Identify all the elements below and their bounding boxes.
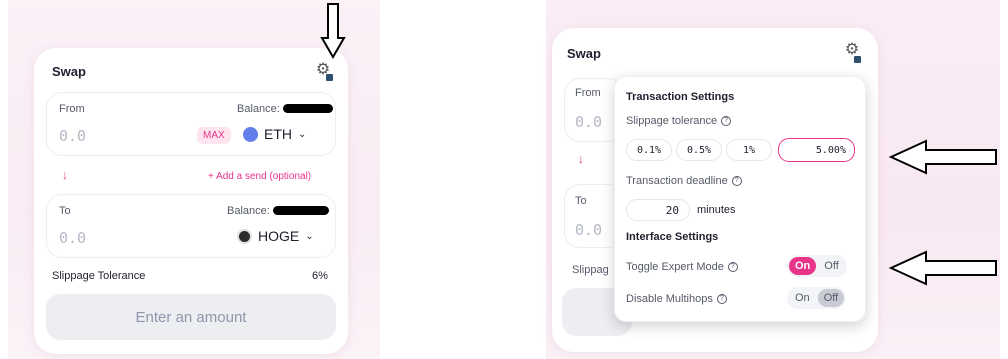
settings-badge-icon xyxy=(853,55,862,64)
slippage-tolerance-row: Slippage tolerance? xyxy=(626,115,732,127)
slippage-tolerance-label: Slippage Tolerance xyxy=(52,270,146,282)
multihop-row: Disable Multihops? xyxy=(626,293,727,305)
to-amount-input[interactable]: 0.0 xyxy=(59,229,86,247)
from-token-symbol: ETH xyxy=(264,126,292,142)
to-token-symbol: HOGE xyxy=(258,228,300,244)
from-label: From xyxy=(575,87,601,99)
hoge-token-icon xyxy=(237,228,252,244)
expert-mode-off[interactable]: Off xyxy=(818,257,844,275)
from-token-selector[interactable]: ETH ⌄ xyxy=(243,126,306,142)
slippage-option-0-5[interactable]: 0.5% xyxy=(676,139,722,161)
deadline-input[interactable]: 20 xyxy=(626,199,690,221)
chevron-down-icon: ⌄ xyxy=(298,128,307,140)
to-amount-input[interactable]: 0.0 xyxy=(575,221,602,239)
multihop-toggle[interactable]: On Off xyxy=(787,287,847,309)
to-balance-label: Balance: xyxy=(227,205,270,217)
settings-popup: Transaction Settings Slippage tolerance?… xyxy=(614,76,866,322)
to-label: To xyxy=(575,195,587,207)
from-balance-label: Balance: xyxy=(237,103,280,115)
slippage-tolerance-label: Slippage tolerance xyxy=(626,115,718,127)
expert-mode-row: Toggle Expert Mode? xyxy=(626,261,738,273)
to-label: To xyxy=(59,205,71,217)
transaction-settings-heading: Transaction Settings xyxy=(626,91,735,103)
help-circle-icon[interactable]: ? xyxy=(721,116,732,127)
to-input-panel: To Balance: 0.0 HOGE ⌄ xyxy=(46,194,336,258)
max-button[interactable]: MAX xyxy=(197,127,231,144)
help-circle-icon[interactable]: ? xyxy=(731,176,742,187)
from-amount-input[interactable]: 0.0 xyxy=(59,127,86,145)
slippage-option-1[interactable]: 1% xyxy=(726,139,772,161)
swap-title: Swap xyxy=(567,46,601,61)
transaction-deadline-label: Transaction deadline xyxy=(626,175,728,187)
help-circle-icon[interactable]: ? xyxy=(727,262,738,273)
disable-multihops-label: Disable Multihops xyxy=(626,293,713,305)
toggle-expert-mode-label: Toggle Expert Mode xyxy=(626,261,724,273)
annotation-arrow-down xyxy=(320,3,346,59)
settings-badge-icon xyxy=(325,73,334,82)
slippage-tolerance-label: Slippag xyxy=(572,264,609,276)
slippage-custom-input[interactable]: 5.00% xyxy=(778,138,855,162)
arrow-down-icon[interactable]: ↓ xyxy=(578,152,584,166)
slippage-option-0-1[interactable]: 0.1% xyxy=(626,139,672,161)
multihop-on[interactable]: On xyxy=(789,289,816,307)
multihop-off[interactable]: Off xyxy=(817,289,845,307)
add-send-link[interactable]: + Add a send (optional) xyxy=(208,171,311,182)
expert-mode-toggle[interactable]: On Off xyxy=(787,255,847,277)
ethereum-token-icon xyxy=(243,126,258,142)
from-input-panel: From Balance: 0.0 MAX ETH ⌄ xyxy=(46,92,336,156)
help-circle-icon[interactable]: ? xyxy=(716,294,727,305)
enter-amount-button[interactable]: Enter an amount xyxy=(46,294,336,340)
chevron-down-icon: ⌄ xyxy=(305,230,314,242)
annotation-arrow-left-expert xyxy=(888,250,997,286)
redacted-balance xyxy=(273,206,329,215)
arrow-down-icon[interactable]: ↓ xyxy=(62,168,68,182)
to-token-selector[interactable]: HOGE ⌄ xyxy=(237,228,314,244)
redacted-balance xyxy=(283,104,333,113)
slippage-tolerance-value: 6% xyxy=(312,270,328,282)
slippage-custom-unit: % xyxy=(839,144,846,156)
swap-card-left: Swap ⚙ From Balance: 0.0 MAX ETH ⌄ ↓ + A… xyxy=(34,48,348,354)
deadline-unit: minutes xyxy=(697,204,736,216)
from-amount-input[interactable]: 0.0 xyxy=(575,113,602,131)
expert-mode-on[interactable]: On xyxy=(789,257,817,275)
slippage-custom-value: 5.00 xyxy=(815,144,840,156)
swap-title: Swap xyxy=(52,64,86,79)
from-label: From xyxy=(59,103,85,115)
interface-settings-heading: Interface Settings xyxy=(626,231,719,243)
annotation-arrow-left-slippage xyxy=(888,139,997,175)
deadline-row: Transaction deadline? xyxy=(626,175,742,187)
